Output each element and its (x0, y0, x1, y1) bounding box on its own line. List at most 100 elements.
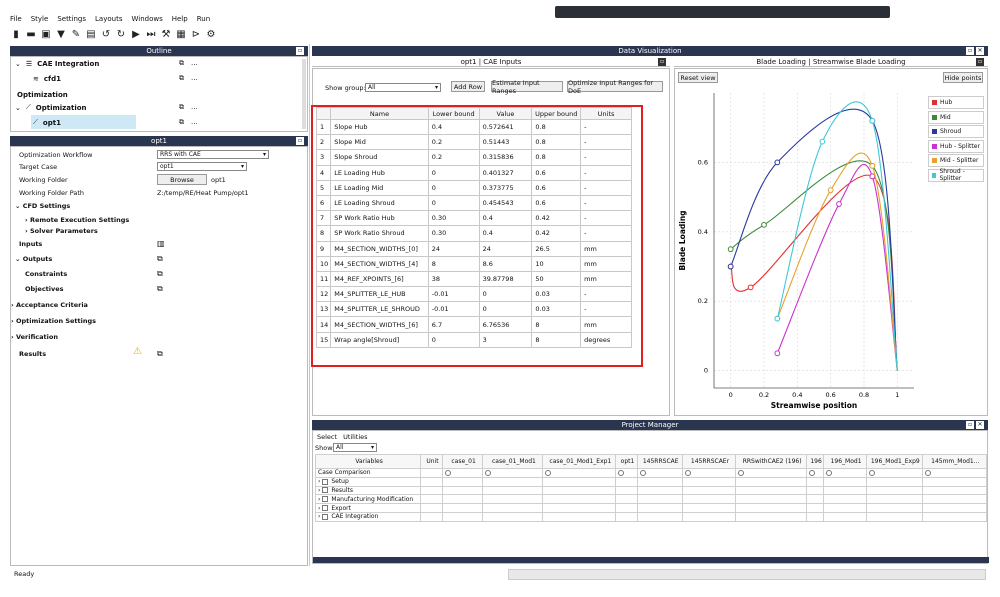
table-row[interactable]: 5 LE Loading Mid 0 0.373775 0.6- (315, 179, 632, 196)
redo-icon[interactable]: ↻ (115, 28, 127, 40)
workflow-select[interactable]: RRS with CAE ▾ (157, 150, 269, 159)
col-value[interactable]: Value (478, 107, 533, 120)
tree-item-cae-integration[interactable]: ⌄ ☰ CAE Integration (15, 57, 99, 70)
pm-column-header[interactable]: Unit (420, 454, 443, 469)
pm-cell[interactable] (681, 494, 737, 505)
tree-item-optimization-group[interactable]: Optimization (17, 88, 68, 101)
more-label[interactable]: ... (191, 118, 198, 126)
data-point[interactable] (727, 263, 734, 270)
pm-cell[interactable] (735, 503, 807, 513)
pm-cell[interactable] (636, 494, 683, 505)
pm-row[interactable]: › Export (314, 503, 988, 513)
col-units[interactable]: Units (580, 107, 632, 120)
pm-cell[interactable] (805, 485, 825, 496)
row-units[interactable]: - (580, 149, 632, 166)
row-lower[interactable]: -0.01 (427, 301, 480, 318)
pm-row[interactable]: › Manufacturing Modification (314, 494, 988, 505)
pm-cell[interactable] (482, 494, 544, 505)
table-row[interactable]: 2 Slope Mid 0.2 0.51443 0.8- (315, 134, 632, 151)
row-checkbox[interactable] (322, 505, 329, 512)
table-row[interactable]: 10 M4_SECTION_WIDTHS_[4] 8 8.6 10 mm (315, 255, 632, 272)
download-icon[interactable]: ▼ (55, 28, 67, 40)
table-row[interactable]: 1 Slope Hub 0.4 0.572641 0.8- (315, 118, 632, 136)
pm-cell[interactable] (542, 511, 617, 522)
menu-layouts[interactable]: Layouts (95, 15, 122, 23)
table-row[interactable]: 9 M4_SECTION_WIDTHS_[0] 24 24 26.5 mm (315, 240, 632, 257)
pm-column-header[interactable]: 145RRSCAEr (681, 454, 737, 469)
copy-icon[interactable]: ⧉ (179, 103, 184, 112)
row-value[interactable]: 0.572641 (478, 118, 533, 136)
pm-cell[interactable] (823, 485, 867, 496)
section-results[interactable]: Results (19, 348, 46, 359)
pm-cell[interactable] (823, 476, 867, 487)
table-row[interactable]: 8 SP Work Ratio Shroud 0.30 0.4 0.42- (315, 225, 632, 242)
row-name[interactable]: M4_SPLITTER_LE_HUB (330, 286, 429, 303)
row-value[interactable]: 0.373775 (478, 179, 533, 196)
row-upper[interactable]: 10 (531, 255, 582, 272)
pm-column-header[interactable]: 196 (805, 454, 825, 469)
pm-column-header[interactable]: 196_Mod1_Exp9 (866, 454, 923, 469)
copy-icon[interactable]: ⧉ (179, 59, 184, 68)
col-lower[interactable]: Lower bound (427, 107, 480, 120)
tree-item-optimization[interactable]: ⌄ ⟋ Optimization (15, 101, 87, 114)
pm-cell[interactable] (805, 503, 825, 513)
row-upper[interactable]: 0.8 (531, 118, 582, 136)
tool-icon[interactable]: ⚙ (205, 28, 217, 40)
row-value[interactable]: 39.87798 (478, 270, 533, 288)
video-icon[interactable]: ▦ (175, 28, 187, 40)
row-units[interactable]: - (580, 118, 632, 136)
row-value[interactable]: 8.6 (478, 255, 533, 272)
pm-cell[interactable] (542, 468, 617, 478)
data-point[interactable] (774, 315, 781, 322)
browse-button[interactable]: Browse (157, 174, 207, 185)
pm-cell[interactable] (615, 485, 638, 496)
pm-scrollbar[interactable] (313, 557, 989, 563)
section-solver-parameters[interactable]: › Solver Parameters (25, 225, 98, 236)
pm-cell[interactable] (735, 476, 807, 487)
pm-cell[interactable] (805, 511, 825, 522)
pm-cell[interactable] (420, 468, 443, 478)
target-select[interactable]: opt1 ▾ (157, 162, 247, 171)
row-name[interactable]: SP Work Ratio Shroud (330, 225, 429, 242)
row-upper[interactable]: 0.8 (531, 149, 582, 166)
pm-cell[interactable] (615, 503, 638, 513)
row-checkbox[interactable] (322, 478, 329, 485)
pm-cell[interactable] (681, 485, 737, 496)
undock-icon[interactable]: ▫ (296, 137, 304, 145)
data-point[interactable] (819, 138, 826, 145)
data-point[interactable] (869, 162, 876, 169)
pm-cell[interactable] (681, 511, 737, 522)
section-outputs[interactable]: ⌄ Outputs (15, 253, 52, 264)
section-cfd-settings[interactable]: ⌄ CFD Settings (15, 200, 70, 211)
row-checkbox[interactable] (322, 513, 329, 520)
menu-style[interactable]: Style (31, 15, 49, 23)
row-upper[interactable]: 0.42 (531, 225, 582, 242)
pm-cell[interactable] (805, 494, 825, 505)
case-select-radio[interactable] (809, 469, 815, 476)
pm-row-label[interactable]: › Export (314, 503, 422, 513)
series-line[interactable] (730, 108, 898, 371)
row-upper[interactable]: 8 (531, 316, 582, 333)
pm-cell[interactable] (542, 485, 617, 496)
data-point[interactable] (869, 117, 876, 124)
row-lower[interactable]: 24 (427, 240, 480, 257)
pm-cell[interactable] (921, 503, 988, 513)
show-group-select[interactable]: All ▾ (365, 83, 441, 92)
pm-cell[interactable] (805, 476, 825, 487)
undock-icon[interactable]: ▫ (296, 47, 304, 55)
table-row[interactable]: 15 Wrap angle[Shroud] 0 3 8 degrees (315, 331, 632, 348)
legend-item[interactable]: Mid - Splitter (928, 154, 984, 167)
row-lower[interactable]: 38 (427, 270, 480, 288)
tree-item-cfd1[interactable]: ≋ cfd1 (33, 72, 61, 85)
pm-cell[interactable] (921, 468, 988, 478)
case-select-radio[interactable] (684, 469, 691, 476)
copy-icon[interactable]: ⧉ (179, 74, 184, 83)
data-point[interactable] (747, 284, 754, 291)
row-upper[interactable]: 0.42 (531, 210, 582, 227)
add-row-button[interactable]: Add Row (451, 81, 485, 92)
menu-help[interactable]: Help (172, 15, 188, 23)
row-name[interactable]: Slope Hub (330, 118, 429, 136)
pm-cell[interactable] (441, 494, 484, 505)
data-point[interactable] (761, 221, 767, 228)
pm-show-select[interactable]: All ▾ (333, 443, 377, 452)
